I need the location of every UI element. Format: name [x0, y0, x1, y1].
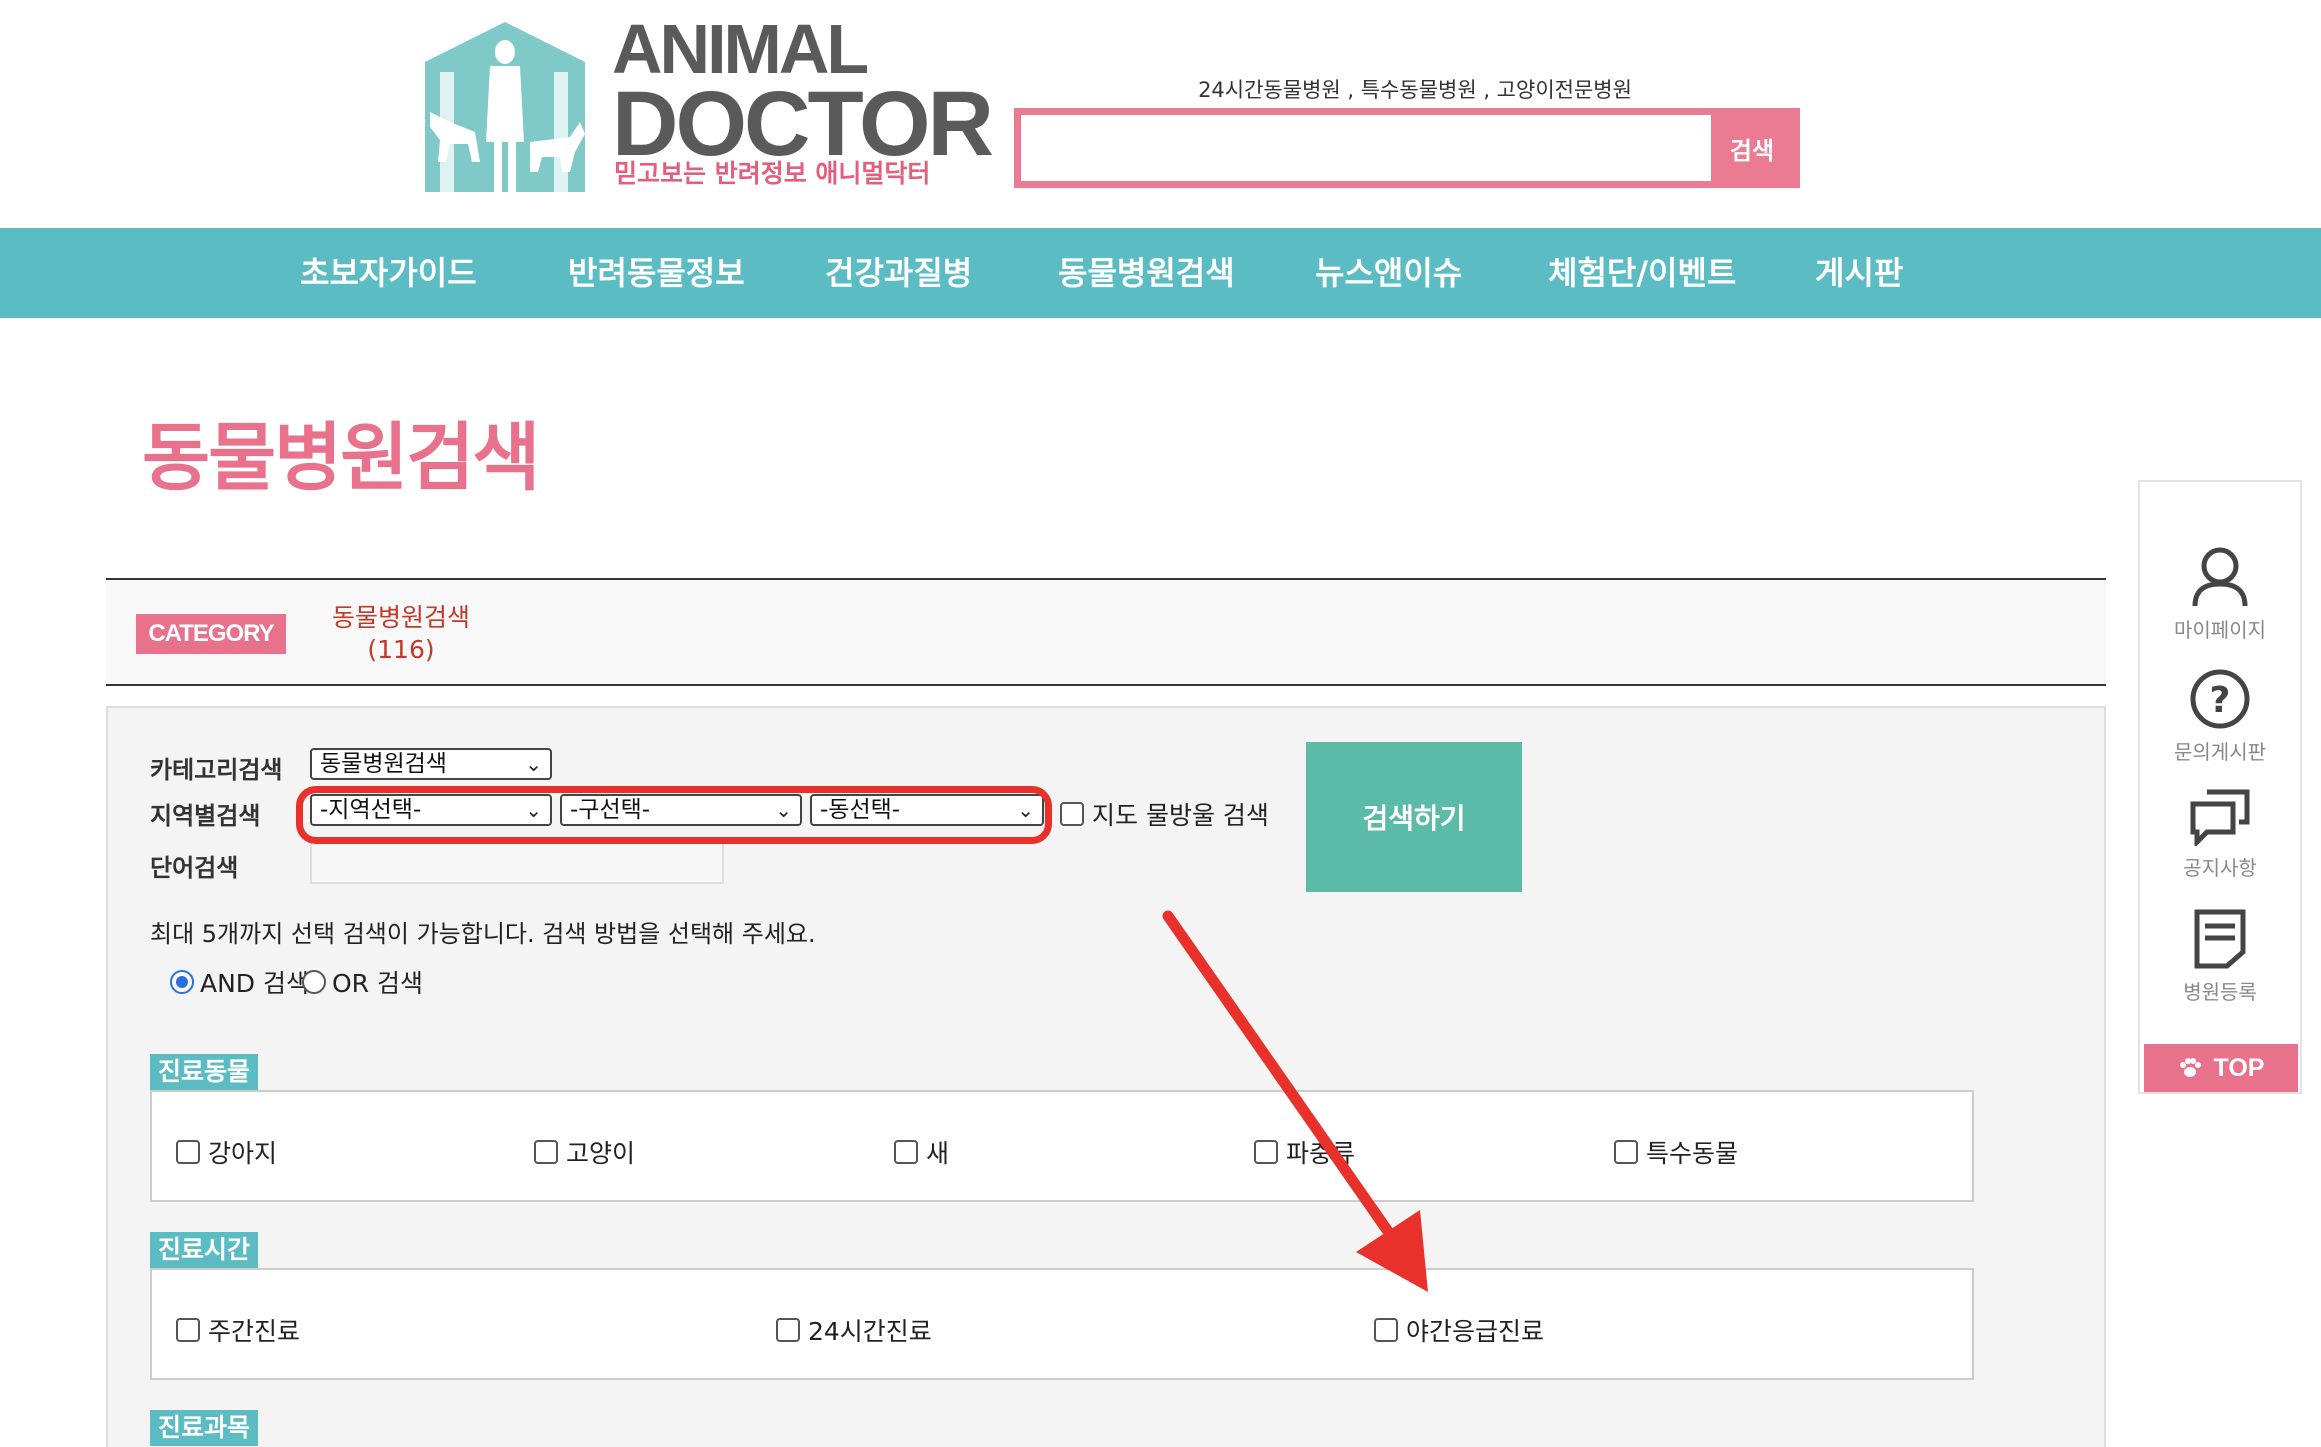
quick-qna[interactable]: ? 문의게시판: [2140, 668, 2300, 765]
24h-label: 24시간진료: [808, 1317, 932, 1346]
logo-tagline: 믿고보는 반려정보 애니멀닥터: [614, 159, 931, 188]
daytime-checkbox[interactable]: [176, 1318, 200, 1342]
page-title: 동물병원검색: [142, 415, 540, 501]
option-24h[interactable]: 24시간진료: [776, 1312, 932, 1348]
question-icon: ?: [2190, 669, 2250, 729]
option-reptile[interactable]: 파충류: [1254, 1134, 1355, 1170]
nav-item-health[interactable]: 건강과질병: [825, 228, 972, 318]
quick-notice[interactable]: 공지사항: [2140, 788, 2300, 881]
document-icon: [2194, 909, 2246, 969]
reptile-label: 파충류: [1286, 1139, 1356, 1168]
section-tag-departments: 진료과목: [150, 1410, 259, 1446]
scroll-top-label: TOP: [2213, 1053, 2265, 1082]
quick-qna-label: 문의게시판: [2174, 740, 2266, 764]
quick-register[interactable]: 병원등록: [2140, 908, 2300, 1005]
option-cat[interactable]: 고양이: [534, 1134, 635, 1170]
site-logo[interactable]: ANIMAL DOCTOR 믿고보는 반려정보 애니멀닥터: [420, 12, 994, 192]
chevron-down-icon: ⌄: [525, 752, 542, 776]
category-select-value: 동물병원검색: [320, 751, 447, 777]
or-search-label: OR 검색: [332, 969, 423, 998]
quick-menu: 마이페이지 ? 문의게시판 공지사항 병원등록 TOP: [2138, 480, 2302, 1094]
option-daytime[interactable]: 주간진료: [176, 1312, 300, 1348]
annotation-highlight-box: [296, 786, 1052, 844]
option-exotic[interactable]: 특수동물: [1614, 1134, 1738, 1170]
or-search-radio[interactable]: [302, 970, 326, 994]
chat-icon: [2190, 789, 2250, 846]
category-badge: CATEGORY: [136, 614, 286, 654]
category-name: 동물병원검색: [331, 603, 470, 632]
24h-checkbox[interactable]: [776, 1318, 800, 1342]
nav-item-beginner-guide[interactable]: 초보자가이드: [300, 228, 477, 318]
paw-icon: [2179, 1058, 2201, 1077]
or-search-option[interactable]: OR 검색: [302, 964, 423, 1000]
search-note: 최대 5개까지 선택 검색이 가능합니다. 검색 방법을 선택해 주세요.: [150, 920, 816, 948]
quick-mypage[interactable]: 마이페이지: [2140, 546, 2300, 643]
quick-register-label: 병원등록: [2183, 980, 2257, 1004]
search-hint: 24시간동물병원 , 특수동물병원 , 고양이전문병원: [1198, 78, 1632, 102]
nav-item-news[interactable]: 뉴스앤이슈: [1315, 228, 1462, 318]
logo-house-icon: [425, 22, 585, 192]
category-select[interactable]: 동물병원검색 ⌄: [310, 748, 552, 780]
nav-item-event[interactable]: 체험단/이벤트: [1548, 228, 1736, 318]
map-search-label: 지도 물방울 검색: [1092, 801, 1269, 830]
category-search-label: 카테고리검색: [150, 756, 283, 784]
option-night-emergency[interactable]: 야간응급진료: [1374, 1312, 1544, 1348]
category-bar: CATEGORY 동물병원검색 (116): [106, 578, 2106, 686]
night-emergency-label: 야간응급진료: [1406, 1317, 1545, 1346]
cat-checkbox[interactable]: [534, 1140, 558, 1164]
nav-item-pet-info[interactable]: 반려동물정보: [568, 228, 745, 318]
word-search-input[interactable]: [310, 838, 724, 884]
exotic-checkbox[interactable]: [1614, 1140, 1638, 1164]
header-search-input[interactable]: [1021, 115, 1719, 181]
reptile-checkbox[interactable]: [1254, 1140, 1278, 1164]
daytime-label: 주간진료: [208, 1317, 301, 1346]
scroll-top-button[interactable]: TOP: [2144, 1044, 2298, 1092]
header-search-button[interactable]: 검색: [1711, 115, 1793, 181]
user-icon: [2192, 547, 2248, 607]
and-search-label: AND 검색: [200, 969, 310, 998]
nav-item-hospital-search[interactable]: 동물병원검색: [1058, 228, 1235, 318]
and-search-option[interactable]: AND 검색: [170, 964, 309, 1000]
dog-label: 강아지: [208, 1139, 278, 1168]
main-nav: 초보자가이드 반려동물정보 건강과질병 동물병원검색 뉴스앤이슈 체험단/이벤트…: [0, 228, 2321, 318]
map-search-option[interactable]: 지도 물방울 검색: [1060, 796, 1269, 832]
submit-search-button[interactable]: 검색하기: [1306, 742, 1522, 892]
exotic-label: 특수동물: [1646, 1139, 1739, 1168]
option-bird[interactable]: 새: [894, 1134, 949, 1170]
night-emergency-checkbox[interactable]: [1374, 1318, 1398, 1342]
section-box-animals: 강아지 고양이 새 파충류 특수동물: [150, 1090, 1974, 1202]
quick-notice-label: 공지사항: [2183, 856, 2257, 880]
region-search-label: 지역별검색: [150, 802, 261, 830]
option-dog[interactable]: 강아지: [176, 1134, 277, 1170]
section-tag-hours: 진료시간: [150, 1232, 259, 1268]
dog-checkbox[interactable]: [176, 1140, 200, 1164]
bird-label: 새: [926, 1139, 950, 1168]
map-search-checkbox[interactable]: [1060, 802, 1084, 826]
and-search-radio[interactable]: [170, 970, 194, 994]
section-tag-animals: 진료동물: [150, 1054, 259, 1090]
quick-mypage-label: 마이페이지: [2174, 618, 2266, 642]
nav-item-board[interactable]: 게시판: [1815, 228, 1903, 318]
category-count: (116): [367, 635, 435, 664]
category-link[interactable]: 동물병원검색 (116): [316, 602, 486, 666]
cat-label: 고양이: [566, 1139, 636, 1168]
word-search-label: 단어검색: [150, 854, 239, 882]
header-search: 검색: [1014, 108, 1800, 188]
svg-text:?: ?: [2210, 680, 2231, 721]
section-box-hours: 주간진료 24시간진료 야간응급진료: [150, 1268, 1974, 1380]
bird-checkbox[interactable]: [894, 1140, 918, 1164]
